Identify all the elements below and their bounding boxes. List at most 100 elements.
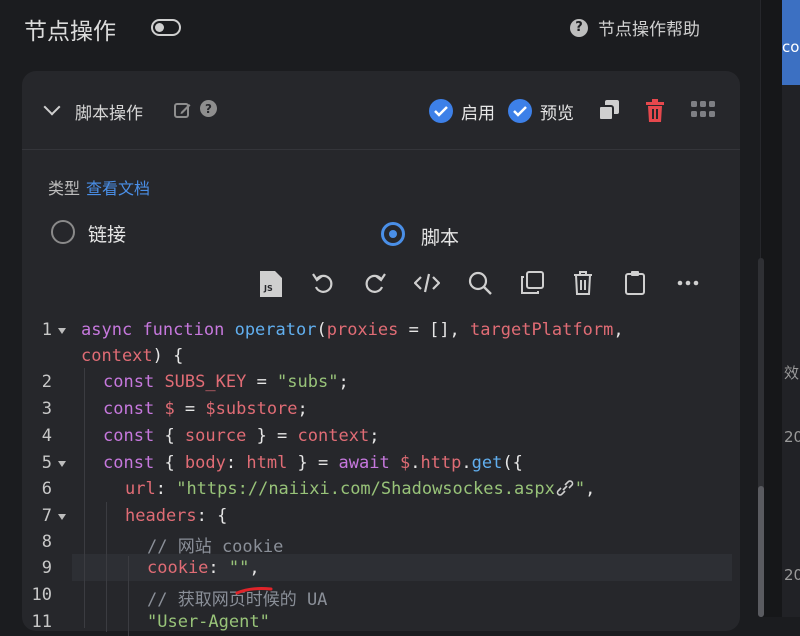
code-line: const $ = $substore; [103, 399, 308, 419]
code-token: "User-Agent" [147, 612, 270, 632]
line-number: 11 [31, 612, 52, 632]
code-line: context) { [81, 346, 183, 366]
code-token: function [142, 320, 225, 340]
code-line: url: "https://naiixi.com/Shadowsockes.as… [125, 479, 595, 499]
code-token: source [184, 426, 247, 446]
code-token: ; [338, 372, 349, 392]
card-header: 脚本操作 ? 启用 预览 [22, 71, 740, 150]
svg-text:JS: JS [263, 284, 273, 293]
code-token: : [225, 453, 247, 473]
code-token: async [81, 320, 133, 340]
code-token: SUBS_KEY [164, 372, 247, 392]
link-icon[interactable] [555, 480, 575, 496]
radio-script-label[interactable]: 脚本 [421, 223, 459, 250]
code-editor[interactable]: 1 2 3 4 5 6 7 8 9 10 11 async function o… [0, 316, 736, 636]
code-token: , [613, 320, 624, 340]
fold-arrow-icon[interactable] [58, 461, 66, 467]
radio-dot [389, 230, 397, 238]
radio-script[interactable] [381, 222, 405, 246]
clear-icon[interactable] [573, 271, 593, 295]
preview-label: 预览 [540, 104, 574, 124]
code-token: = [], [398, 320, 471, 340]
more-icon[interactable] [677, 271, 699, 295]
code-token: const [103, 453, 155, 473]
code-token: $substore [205, 399, 298, 419]
page-title: 节点操作 [24, 19, 116, 45]
top-bar: 节点操作 ? 节点操作帮助 [0, 0, 760, 58]
radio-link-label[interactable]: 链接 [88, 220, 126, 247]
code-token: " [574, 479, 586, 499]
code-line: const SUBS_KEY = "subs"; [103, 372, 349, 392]
code-line: async function operator(proxies = [], ta… [81, 320, 624, 340]
js-format-icon[interactable]: JS [260, 271, 282, 297]
code-token: : [155, 479, 177, 499]
code-token: $ [164, 399, 175, 419]
code-token: "subs" [277, 372, 339, 392]
info-icon[interactable]: ? [200, 100, 217, 117]
preview-checkbox[interactable] [508, 99, 532, 123]
radio-link[interactable] [51, 220, 75, 244]
code-token: { [164, 426, 185, 446]
code-token: ) { [152, 346, 184, 366]
line-number: 5 [41, 453, 52, 473]
clipboard-icon[interactable] [625, 271, 645, 295]
line-number: 1 [41, 320, 52, 340]
code-token: const [103, 399, 155, 419]
indent-guide [84, 368, 85, 628]
type-label: 类型 [48, 179, 81, 198]
duplicate-icon[interactable] [598, 99, 620, 121]
code-token: , [249, 558, 260, 578]
line-number: 7 [41, 506, 52, 526]
code-token: url [125, 479, 156, 499]
side-panel-line: 效 [784, 364, 800, 382]
code-token: ( [316, 320, 327, 340]
undo-icon[interactable] [311, 271, 335, 295]
code-token: : [208, 558, 229, 578]
side-panel-header: co [782, 0, 800, 85]
help-link[interactable]: ? 节点操作帮助 [570, 15, 700, 40]
side-panel-line: 20 [784, 566, 800, 584]
search-icon[interactable] [468, 271, 492, 295]
line-number: 2 [41, 372, 52, 392]
code-token: get [471, 453, 503, 473]
redo-icon[interactable] [363, 271, 387, 295]
editor-scrollbar[interactable] [758, 258, 764, 617]
scrollbar-thumb[interactable] [758, 486, 764, 617]
code-token: ({ [502, 453, 523, 473]
edit-icon[interactable] [174, 101, 192, 119]
line-number: 3 [41, 399, 52, 419]
delete-icon[interactable] [645, 99, 665, 123]
fold-arrow-icon[interactable] [58, 514, 66, 520]
line-number: 8 [41, 532, 52, 552]
code-token: $ [399, 453, 411, 473]
fold-arrow-icon[interactable] [58, 328, 66, 334]
code-view-icon[interactable] [414, 271, 440, 295]
code-token: http [420, 453, 462, 473]
code-token: const [103, 426, 155, 446]
code-line: headers: { [125, 506, 227, 526]
annotation-mark [235, 587, 273, 595]
card-title: 脚本操作 [75, 104, 143, 124]
code-token: } = [246, 426, 298, 446]
code-token: "https://naiixi.com/Shadowsockes.aspx [176, 479, 555, 499]
code-token: . [461, 453, 472, 473]
copy-icon[interactable] [520, 271, 544, 295]
code-token: { [164, 453, 185, 473]
code-token: "" [228, 558, 250, 578]
enable-checkbox[interactable] [429, 99, 453, 123]
code-line: const { body: html } = await $.http.get(… [103, 453, 523, 473]
docs-link[interactable]: 查看文档 [86, 179, 150, 198]
code-token: html [246, 453, 288, 473]
node-ops-toggle[interactable] [151, 19, 181, 36]
code-token: await [338, 453, 390, 473]
line-number: 9 [41, 558, 52, 578]
code-token: const [103, 372, 155, 392]
side-panel: co 效 20 20 [782, 0, 800, 617]
code-token: } = [287, 453, 339, 473]
indent-guide [128, 556, 129, 636]
collapse-chevron-icon[interactable] [43, 98, 61, 116]
code-token: ; [369, 426, 380, 446]
enable-label: 启用 [461, 104, 495, 124]
code-token: = [174, 399, 206, 419]
drag-handle-icon[interactable] [691, 99, 715, 121]
